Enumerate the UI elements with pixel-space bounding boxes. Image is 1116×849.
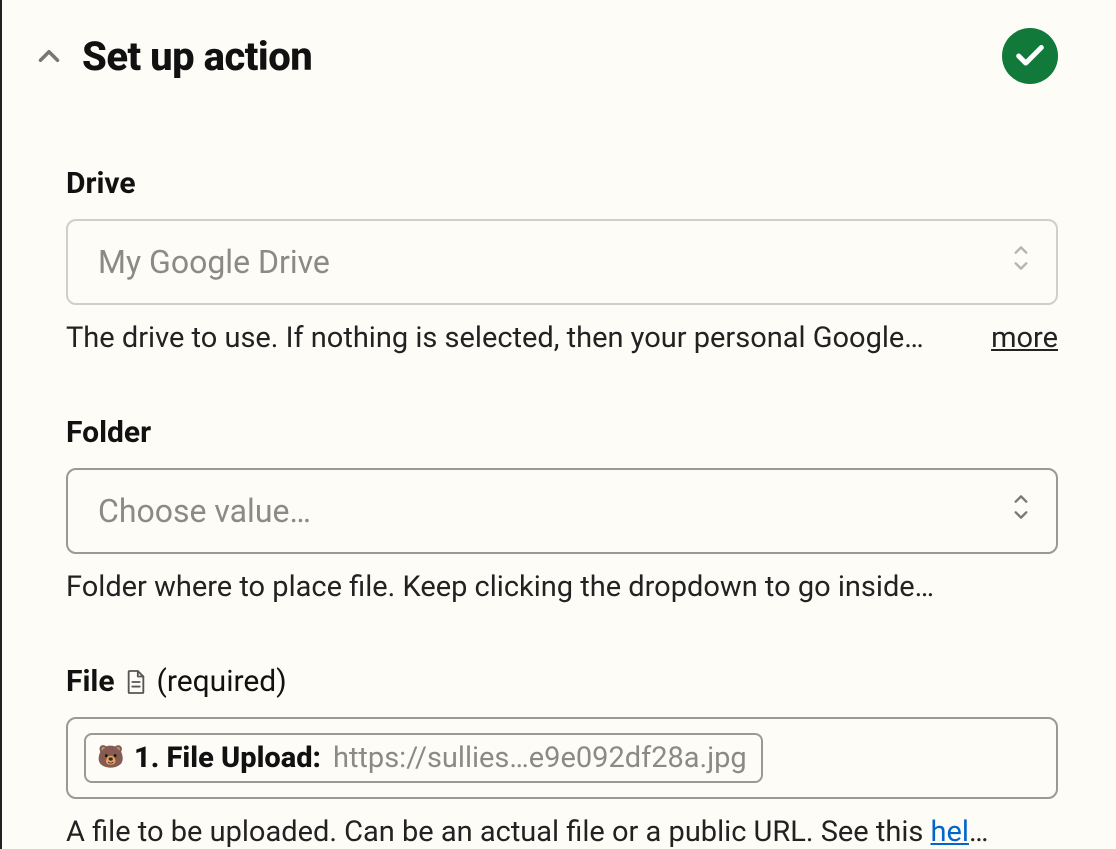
drive-field: Drive My Google Drive The drive to use. …	[66, 166, 1058, 355]
file-pill-value: https://sullies…e9e092df28a.jpg	[333, 741, 747, 775]
folder-label: Folder	[66, 415, 1058, 450]
updown-icon	[1008, 490, 1034, 532]
folder-field: Folder Choose value… Folder where to pla…	[66, 415, 1058, 604]
file-field: File (required) 🐻 1. File Upload: https:…	[66, 664, 1058, 849]
file-helper-row: A file to be uploaded. Can be an actual …	[66, 815, 1058, 849]
file-helper-prefix: A file to be uploaded. Can be an actual …	[66, 815, 931, 849]
chevron-up-icon[interactable]	[32, 39, 66, 73]
file-required: (required)	[157, 664, 287, 699]
folder-select-value: Choose value…	[98, 492, 311, 530]
file-label-row: File (required)	[66, 664, 1058, 699]
drive-more-link[interactable]: more	[991, 321, 1058, 355]
source-app-icon: 🐻	[96, 743, 126, 773]
file-input[interactable]: 🐻 1. File Upload: https://sullies…e9e092…	[66, 717, 1058, 799]
folder-helper-text: Folder where to place file. Keep clickin…	[66, 570, 934, 604]
folder-select[interactable]: Choose value…	[66, 468, 1058, 554]
section-header-left: Set up action	[32, 33, 312, 80]
file-helper-suffix: …	[969, 815, 988, 849]
folder-helper-row: Folder where to place file. Keep clickin…	[66, 570, 1058, 604]
file-helper-text: A file to be uploaded. Can be an actual …	[66, 815, 988, 849]
drive-select-value: My Google Drive	[98, 243, 330, 281]
file-icon	[125, 669, 147, 695]
status-complete-icon	[1002, 28, 1058, 84]
updown-icon	[1008, 241, 1034, 283]
section-header: Set up action	[32, 28, 1058, 84]
file-label: File	[66, 664, 115, 699]
drive-select[interactable]: My Google Drive	[66, 219, 1058, 305]
file-value-pill[interactable]: 🐻 1. File Upload: https://sullies…e9e092…	[84, 733, 763, 783]
section-title: Set up action	[82, 33, 312, 80]
file-pill-label: 1. File Upload:	[134, 741, 321, 775]
drive-helper-text: The drive to use. If nothing is selected…	[66, 321, 924, 355]
setup-action-section: Set up action Drive My Google Drive The …	[0, 0, 1116, 849]
file-help-link[interactable]: hel	[931, 815, 969, 849]
drive-helper-row: The drive to use. If nothing is selected…	[66, 321, 1058, 355]
drive-label: Drive	[66, 166, 1058, 201]
